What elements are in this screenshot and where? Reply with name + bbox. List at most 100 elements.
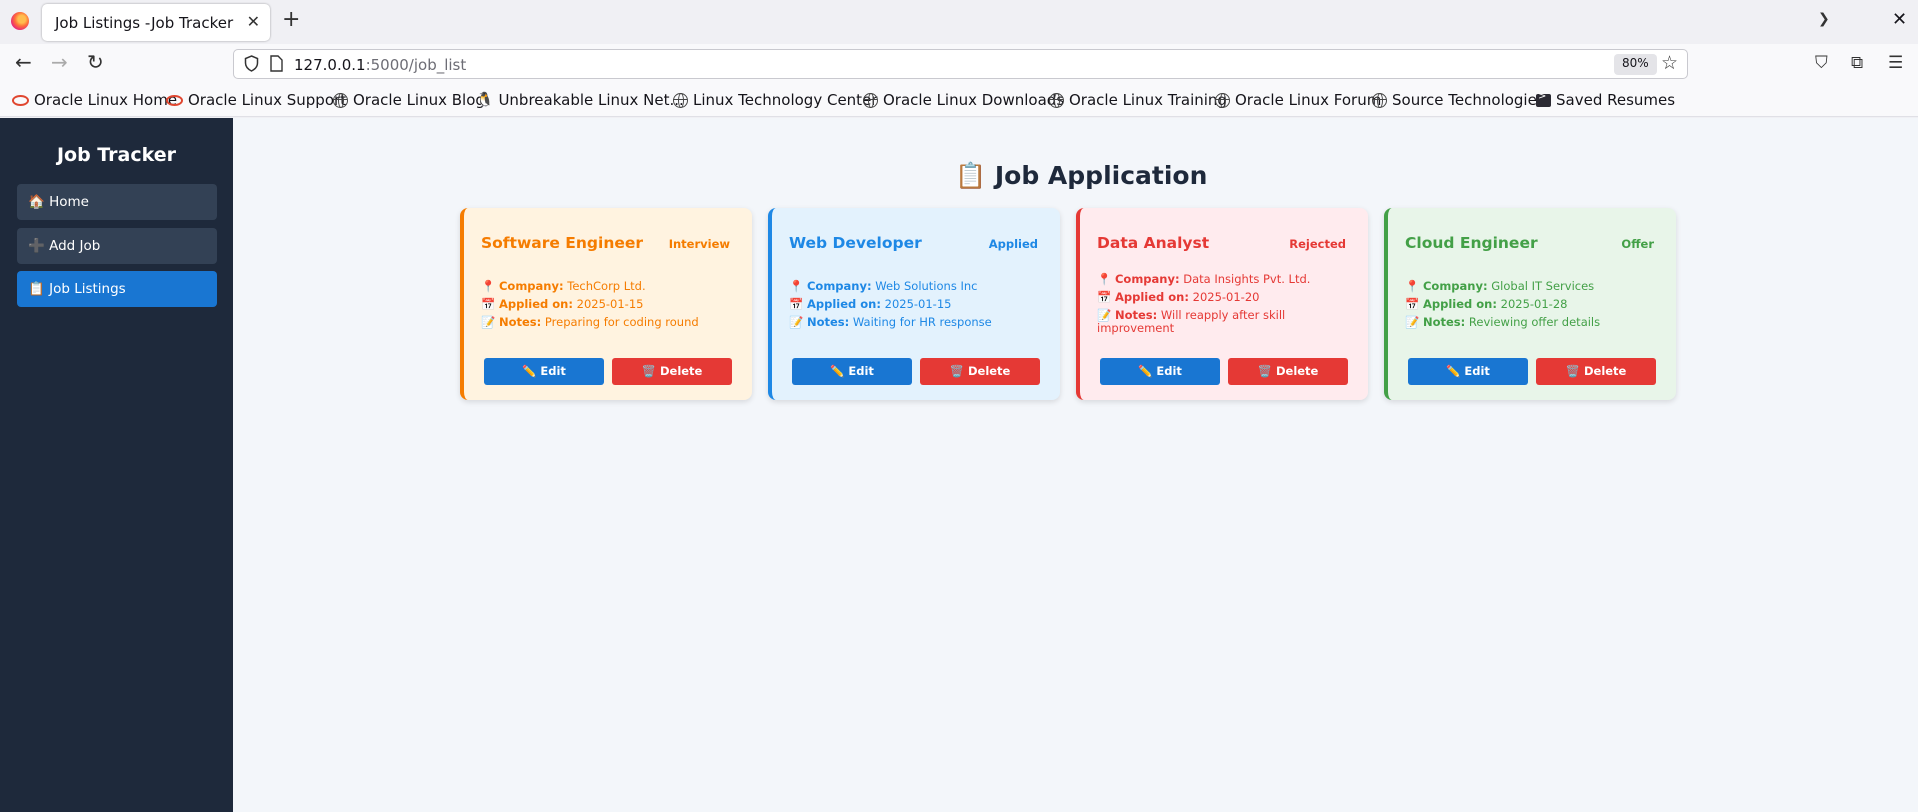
bookmarks-bar: Oracle Linux Home Oracle Linux Support Ora… [0,84,1918,117]
bookmark-item[interactable]: Oracle Linux Training [1049,91,1227,109]
page-title: 📋 Job Application [955,161,1207,191]
delete-button[interactable]: 🗑️ Delete [1536,358,1656,385]
bookmark-label: Oracle Linux Downloads [883,91,1065,109]
plus-icon: ➕ [28,238,45,254]
pocket-icon[interactable]: ⛉ [1815,53,1828,73]
status-badge: Interview [668,237,730,251]
bookmark-item[interactable]: 🐧 Unbreakable Linux Net... [476,91,684,109]
company-label: Company: [498,279,564,293]
menu-icon[interactable]: ☰ [1888,53,1903,73]
delete-button[interactable]: 🗑️ Delete [1228,358,1348,385]
edit-button[interactable]: ✏️ Edit [1100,358,1220,385]
memo-icon: 📝 [481,315,496,329]
status-badge: Applied [988,237,1038,251]
tab-job-listings[interactable]: Job Listings -Job Tracker ✕ [42,4,270,41]
notes-value: Waiting for HR response [852,315,992,329]
sidebar-item-job-listings[interactable]: 📋 Job Listings [17,271,217,307]
edit-button[interactable]: ✏️ Edit [792,358,912,385]
clipboard-icon: 📋 [28,281,45,297]
back-arrow-icon[interactable]: ← [15,52,32,72]
tab-close-icon[interactable]: ✕ [247,12,260,31]
job-details: 📍 Company: TechCorp Ltd. 📅 Applied on: 20… [481,277,739,329]
applied-value: 2025-01-15 [884,297,952,311]
globe-icon [333,92,348,108]
company-label: Company: [806,279,872,293]
company-value: Global IT Services [1491,279,1595,293]
calendar-icon: 📅 [789,297,804,311]
penguin-icon: 🐧 [476,92,494,108]
memo-icon: 📝 [1405,315,1420,329]
page-icon[interactable] [270,55,283,72]
job-title: Software Engineer [481,234,644,252]
firefox-logo-icon[interactable] [11,12,29,30]
delete-button[interactable]: 🗑️ Delete [612,358,732,385]
calendar-icon: 📅 [481,297,496,311]
job-card: Web Developer Applied 📍 Company: Web Solut… [768,208,1060,400]
sidebar: Job Tracker 🏠 Home ➕ Add Job 📋 Job Listi… [0,118,233,812]
pencil-icon: ✏️ [830,364,845,378]
tab-title: Job Listings -Job Tracker [55,14,234,32]
status-badge: Rejected [1289,237,1346,251]
window-close-icon[interactable]: ✕ [1892,9,1907,30]
edit-label: Edit [848,364,874,378]
sidebar-title: Job Tracker [56,144,177,166]
memo-icon: 📝 [789,315,804,329]
bookmark-label: Unbreakable Linux Net... [498,91,684,109]
bookmark-item[interactable]: Oracle Linux Forum [1215,91,1381,109]
bookmark-item[interactable]: Oracle Linux Blog [333,91,485,109]
list-all-tabs-icon[interactable]: ❯ [1818,11,1830,27]
job-card: Software Engineer Interview 📍 Company: Tec… [460,208,752,400]
sidebar-item-label: Job Listings [49,281,126,297]
oracle-icon [166,94,183,106]
page-title-text: Job Application [994,161,1208,190]
edit-button[interactable]: ✏️ Edit [484,358,604,385]
reload-icon[interactable]: ↻ [87,52,104,72]
bookmark-item[interactable]: Oracle Linux Home [12,91,177,109]
pencil-icon: ✏️ [1446,364,1461,378]
edit-button[interactable]: ✏️ Edit [1408,358,1528,385]
bookmark-item[interactable]: Oracle Linux Downloads [863,91,1064,109]
trash-icon: 🗑️ [641,364,656,378]
job-details: 📍 Company: Web Solutions Inc 📅 Applied on… [789,277,1047,329]
delete-label: Delete [967,364,1011,378]
applied-label: Applied on: [1114,290,1189,304]
url-host: 127.0.0.1 [294,56,366,74]
company-value: Data Insights Pvt. Ltd. [1183,272,1311,286]
extensions-icon[interactable]: ⧉ [1851,53,1863,73]
company-value: TechCorp Ltd. [567,279,646,293]
notes-value: Preparing for coding round [544,315,699,329]
clipboard-icon: 📋 [955,161,987,190]
trash-icon: 🗑️ [1257,364,1272,378]
bookmark-star-icon[interactable]: ☆ [1661,52,1678,74]
sidebar-item-label: Add Job [49,238,101,254]
zoom-level[interactable]: 80% [1614,54,1657,75]
pin-icon: 📍 [1405,279,1420,293]
bookmark-label: Oracle Linux Forum [1235,91,1382,109]
bookmark-item[interactable]: Source Technologies [1372,91,1545,109]
company-row: 📍 Company: Web Solutions Inc [789,277,1047,295]
memo-icon: 📝 [1097,308,1112,322]
notes-value: Reviewing offer details [1468,315,1601,329]
sidebar-item-home[interactable]: 🏠 Home [17,184,217,220]
notes-row: 📝 Notes: Will reapply after skill improv… [1097,309,1355,335]
applied-value: 2025-01-15 [576,297,644,311]
calendar-icon: 📅 [1097,290,1112,304]
globe-icon [1049,92,1064,108]
bookmark-item[interactable]: Oracle Linux Support [166,91,346,109]
new-tab-icon[interactable]: + [282,9,300,31]
shield-icon[interactable] [244,55,259,72]
applied-label: Applied on: [806,297,881,311]
delete-button[interactable]: 🗑️ Delete [920,358,1040,385]
applied-row: 📅 Applied on: 2025-01-28 [1405,295,1663,313]
bookmark-item[interactable]: Linux Technology Center [673,91,877,109]
address-bar[interactable]: 127.0.0.1:5000/job_list 80% ☆ [233,49,1688,79]
home-icon: 🏠 [28,194,45,210]
url-path: :5000/job_list [365,56,467,74]
pencil-icon: ✏️ [1138,364,1153,378]
status-badge: Offer [1621,237,1654,251]
forward-arrow-icon[interactable]: → [51,52,68,72]
notes-label: Notes: [1114,308,1158,322]
bookmark-item[interactable]: Saved Resumes [1536,91,1675,109]
sidebar-item-add-job[interactable]: ➕ Add Job [17,228,217,264]
terminal-icon [1536,91,1551,107]
